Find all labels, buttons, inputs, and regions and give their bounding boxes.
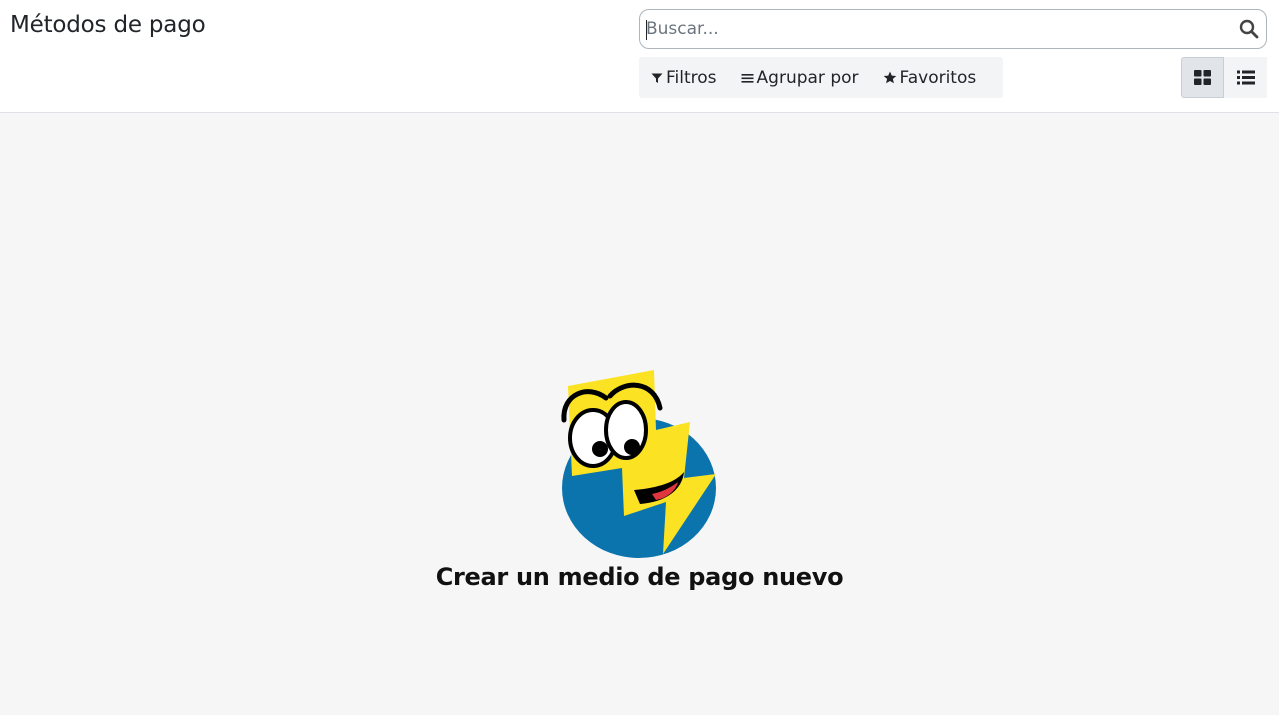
favorites-button[interactable]: Favoritos [871, 57, 989, 98]
kanban-icon [1194, 70, 1211, 85]
search-options-bar: Filtros Agrupar por Favoritos [639, 57, 1003, 98]
filters-button[interactable]: Filtros [639, 57, 729, 98]
group-by-label: Agrupar por [756, 67, 859, 88]
group-by-button[interactable]: Agrupar por [729, 57, 871, 98]
page-title: Métodos de pago [10, 12, 206, 38]
kanban-view-button[interactable] [1181, 57, 1224, 98]
search-icon[interactable] [1238, 18, 1260, 40]
helper-title[interactable]: Crear un medio de pago nuevo [0, 563, 1279, 591]
no-content-helper: Crear un medio de pago nuevo [0, 114, 1279, 715]
text-caret [646, 20, 647, 40]
star-icon [883, 71, 896, 84]
control-panel: Métodos de pago Filtros Agrupar por [0, 0, 1279, 113]
bars-icon [741, 73, 754, 83]
filter-icon [651, 73, 663, 83]
favorites-label: Favoritos [899, 67, 977, 88]
smiling-mascot-icon [561, 370, 716, 558]
view-switcher [1181, 57, 1267, 98]
search-input[interactable] [646, 16, 1226, 42]
list-icon [1236, 70, 1255, 85]
list-view-button[interactable] [1224, 57, 1267, 98]
search-box[interactable] [639, 9, 1267, 49]
filters-label: Filtros [666, 67, 717, 88]
